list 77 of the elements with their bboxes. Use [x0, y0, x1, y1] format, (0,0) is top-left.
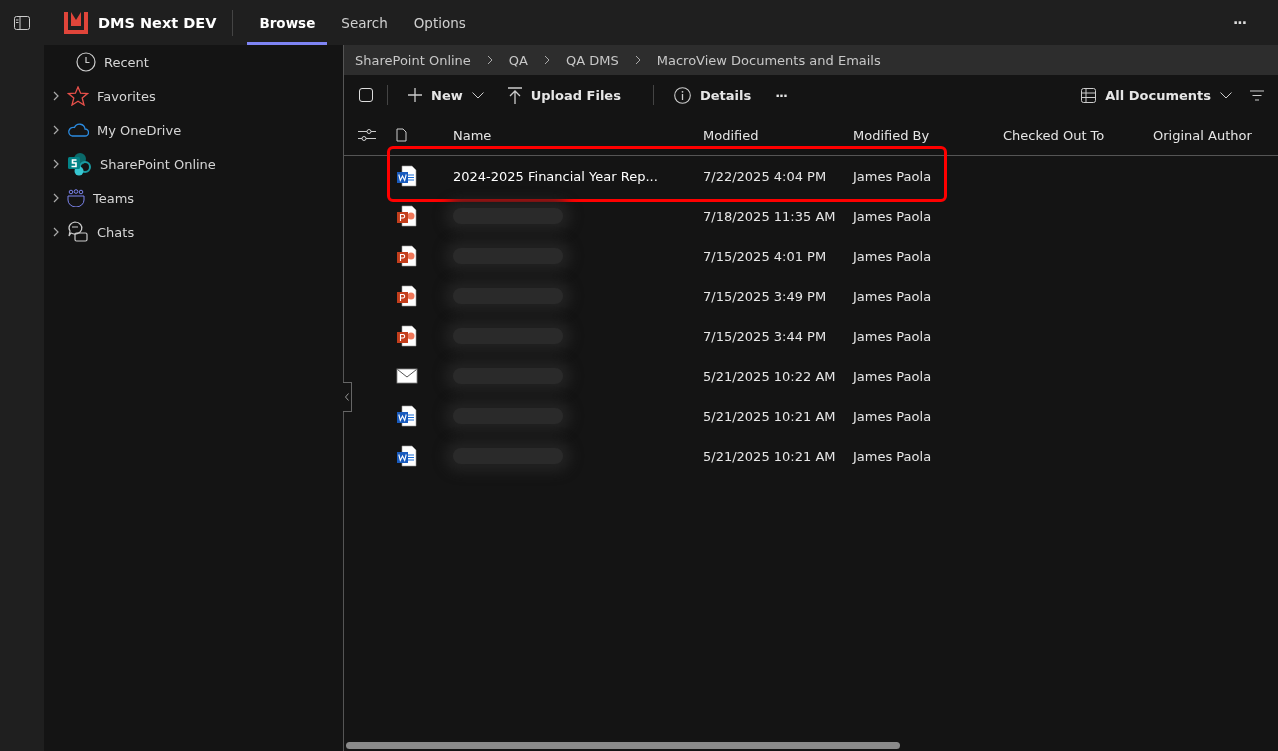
modified-by: James Paola — [853, 328, 932, 344]
modified-date: 7/22/2025 4:04 PM — [703, 168, 827, 184]
new-button[interactable]: New — [402, 83, 490, 107]
sidebar-item[interactable]: SharePoint Online — [100, 156, 216, 172]
chevron-icon[interactable] — [53, 193, 59, 203]
view-dropdown[interactable]: All Documents — [1075, 83, 1238, 107]
presentation-icon — [396, 245, 418, 267]
upload-button[interactable]: Upload Files — [501, 82, 627, 108]
sidebar-item[interactable]: Chats — [97, 224, 135, 240]
collapse-handle[interactable] — [343, 382, 352, 412]
clock-icon — [76, 52, 96, 72]
modified-by: James Paola — [853, 408, 932, 424]
modified-by: James Paola — [853, 368, 932, 384]
nav-tab[interactable]: Search — [329, 0, 400, 45]
chevron-icon — [544, 55, 550, 65]
word-document-icon — [396, 445, 418, 467]
file-name[interactable]: 2024-2025 Financial Year Rep... — [453, 168, 658, 184]
presentation-icon — [396, 205, 418, 227]
sidebar-item[interactable]: Teams — [93, 190, 135, 206]
info-icon — [673, 86, 691, 104]
logo-icon — [62, 9, 90, 36]
breadcrumb-link[interactable]: QA DMS — [566, 52, 619, 68]
people-icon — [67, 189, 85, 207]
column-header[interactable]: Modified — [703, 127, 759, 143]
modified-by: James Paola — [853, 448, 932, 464]
chevron-icon[interactable] — [53, 159, 59, 169]
scrollbar-thumb[interactable] — [346, 742, 900, 749]
breadcrumb-link[interactable]: MacroView Documents and Emails — [656, 52, 881, 68]
modified-by: James Paola — [853, 248, 932, 264]
more-button[interactable]: ··· — [769, 83, 793, 107]
file-type-icon — [396, 128, 407, 142]
presentation-icon — [396, 325, 418, 347]
modified-date: 7/15/2025 3:49 PM — [703, 288, 827, 304]
sidebar-toggle-icon[interactable] — [14, 15, 30, 30]
column-header[interactable]: Modified By — [853, 127, 930, 143]
plus-icon — [408, 88, 422, 102]
chevron-icon[interactable] — [53, 125, 59, 135]
modified-by: James Paola — [853, 288, 932, 304]
column-settings-icon[interactable] — [358, 128, 376, 142]
breadcrumb-link[interactable]: QA — [508, 52, 528, 68]
app-title: DMS Next DEV — [98, 14, 217, 31]
modified-date: 7/18/2025 11:35 AM — [703, 208, 836, 224]
nav-tab[interactable]: Options — [401, 0, 478, 45]
column-header[interactable]: Checked Out To — [1003, 127, 1105, 143]
chevron-icon[interactable] — [53, 91, 59, 101]
star-icon — [67, 86, 89, 106]
modified-by: James Paola — [853, 208, 932, 224]
sidebar-item[interactable]: Favorites — [97, 88, 156, 104]
column-header[interactable]: Name — [453, 127, 492, 143]
modified-date: 7/15/2025 4:01 PM — [703, 248, 827, 264]
breadcrumb-link[interactable]: SharePoint Online — [355, 52, 471, 68]
select-all-checkbox[interactable] — [359, 88, 373, 102]
chat-icon — [67, 221, 89, 243]
sidebar-item[interactable]: My OneDrive — [97, 122, 182, 138]
modified-date: 5/21/2025 10:21 AM — [703, 448, 836, 464]
word-document-icon — [396, 165, 418, 187]
filter-icon[interactable] — [1250, 89, 1264, 101]
envelope-icon — [396, 368, 418, 384]
modified-date: 5/21/2025 10:22 AM — [703, 368, 836, 384]
details-button[interactable]: Details — [667, 82, 758, 108]
more-button[interactable]: ··· — [1227, 13, 1252, 32]
presentation-icon — [396, 285, 418, 307]
chevron-icon[interactable] — [53, 227, 59, 237]
modified-by: James Paola — [853, 168, 932, 184]
table-icon — [1081, 87, 1097, 103]
column-header[interactable]: Original Author — [1153, 127, 1252, 143]
upload-icon — [507, 86, 522, 104]
modified-date: 5/21/2025 10:21 AM — [703, 408, 836, 424]
chevron-icon — [486, 55, 493, 65]
word-document-icon — [396, 405, 418, 427]
caret-icon — [1220, 91, 1232, 99]
sharepoint-icon — [67, 152, 92, 176]
cloud-icon — [67, 123, 89, 137]
sidebar-item[interactable]: Recent — [104, 54, 149, 70]
chevron-icon — [634, 55, 641, 65]
caret-icon — [471, 91, 484, 99]
modified-date: 7/15/2025 3:44 PM — [703, 328, 827, 344]
